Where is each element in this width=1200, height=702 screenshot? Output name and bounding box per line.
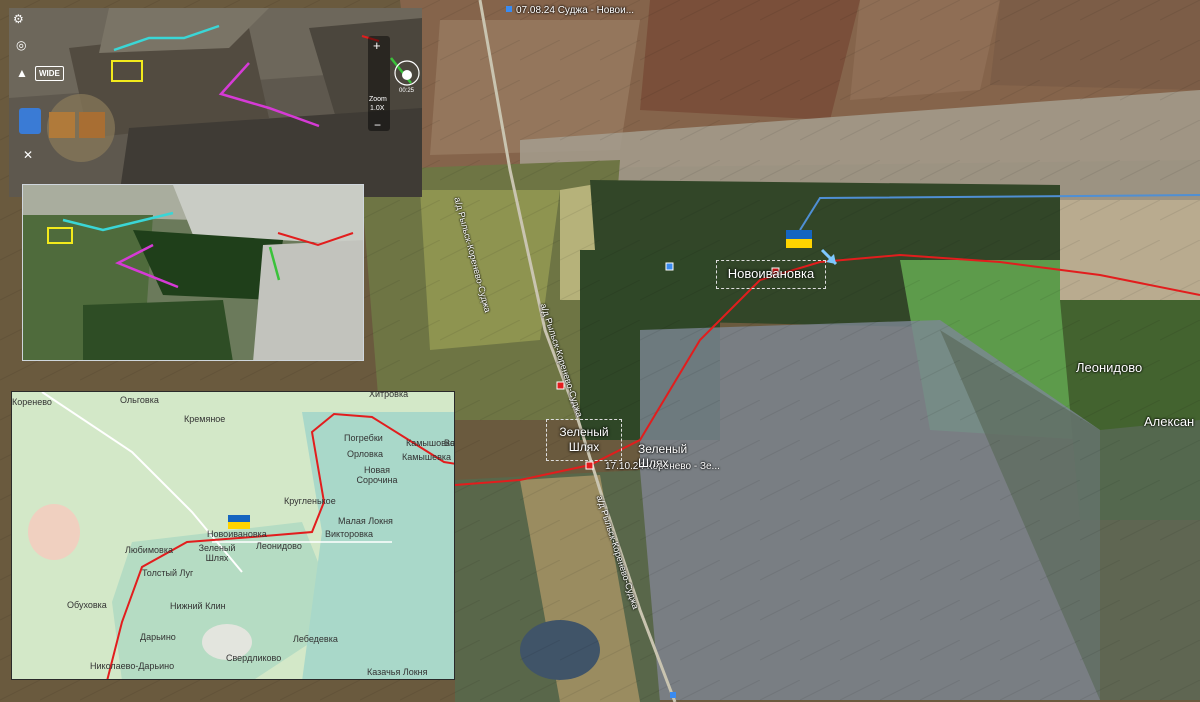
minimap-label-pogrebki: Погребки	[344, 433, 383, 443]
zoom-label: Zoom	[369, 96, 387, 103]
minimap-label-khitrovka: Хитровка	[369, 391, 409, 399]
ukraine-flag-icon-minimap	[228, 515, 250, 529]
minimap-label-nizhny-klin: Нижний Клин	[170, 601, 226, 611]
drone-footage-panel[interactable]: ⚙ ◎ ▲ WIDE ✕ + Zoom 1.0X − 00:25	[9, 8, 422, 197]
village-label-novoivanovka[interactable]: Новоивановка	[716, 260, 826, 289]
satellite-zoom-view	[23, 185, 363, 360]
minimap-label-lyubimovka: Любимовка	[125, 545, 173, 555]
satellite-zoom-panel[interactable]	[22, 184, 364, 361]
ukraine-flag-icon	[786, 230, 812, 248]
minimap-label-novaya-sorochina: Новая Сорочина	[356, 465, 398, 485]
minimap-label-orlovka: Орловка	[347, 449, 383, 459]
village-label-zeleny: Зеленый Шлях	[638, 442, 688, 470]
minimap-label-daryino: Дарьино	[140, 632, 176, 642]
timer-value: 00:25	[399, 88, 415, 94]
village-label-aleksandrovka: Алексан	[1144, 414, 1195, 429]
minimap-label-korenevo: Коренево	[12, 397, 52, 407]
minimap-label-zeleny: Зеленый Шлях	[198, 543, 236, 563]
minimap-label-malaya-loknya: Малая Локня	[338, 516, 393, 526]
minimap-label-tolsty-lug: Толстый Луг	[142, 568, 194, 578]
minimap-label-sverdlikovo: Свердликово	[226, 653, 282, 663]
gear-icon[interactable]: ⚙	[13, 12, 24, 26]
minimap-label-novoivanovka: Новоивановка	[207, 529, 267, 539]
zoom-value: 1.0X	[370, 105, 385, 112]
village-label-leonidovo: Леонидово	[1076, 360, 1143, 375]
zoom-out-button[interactable]: −	[374, 118, 381, 132]
minimap-label-leonidovo: Леонидово	[256, 541, 302, 551]
wide-button[interactable]: WIDE	[35, 66, 64, 81]
map-stage: 07.08.24 Суджа - Новои... 17.10.24 Корен…	[0, 0, 1200, 702]
minimap-label-kamyshovka-tail: Вои...	[444, 438, 455, 448]
overview-minimap[interactable]: Коренево Ольговка Кремяное Хитровка Погр…	[11, 391, 455, 680]
compass-icon[interactable]: ◎	[16, 38, 26, 52]
minimap-label-viktorovka: Викторовка	[325, 529, 374, 539]
zoom-in-button[interactable]: +	[373, 38, 381, 53]
minimap-label-kremyanoe: Кремяное	[184, 414, 226, 424]
minimap-label-obukhovka: Обуховка	[67, 600, 107, 610]
mute-icon[interactable]: ✕	[23, 148, 33, 162]
minimap-label-kruglenkoe: Кругленькое	[284, 496, 336, 506]
header-caption: 07.08.24 Суджа - Новои...	[516, 5, 635, 16]
minimap-label-nikolaevo-daryino: Николаево-Дарьино	[90, 661, 175, 671]
navigation-arrow-icon[interactable]: ▲	[16, 66, 28, 80]
drone-footage-view	[9, 8, 422, 197]
minimap-label-kamyshevka-2: Камышевка	[402, 452, 452, 462]
camera-mode-button[interactable]	[19, 108, 41, 134]
minimap-label-lebedevka: Лебедевка	[293, 634, 338, 644]
minimap-label-kazachya-loknya: Казачья Локня	[367, 667, 428, 677]
minimap-label-olgovka: Ольговка	[120, 395, 159, 405]
village-label-zeleny-boxed[interactable]: Зеленый Шлях	[546, 419, 622, 461]
